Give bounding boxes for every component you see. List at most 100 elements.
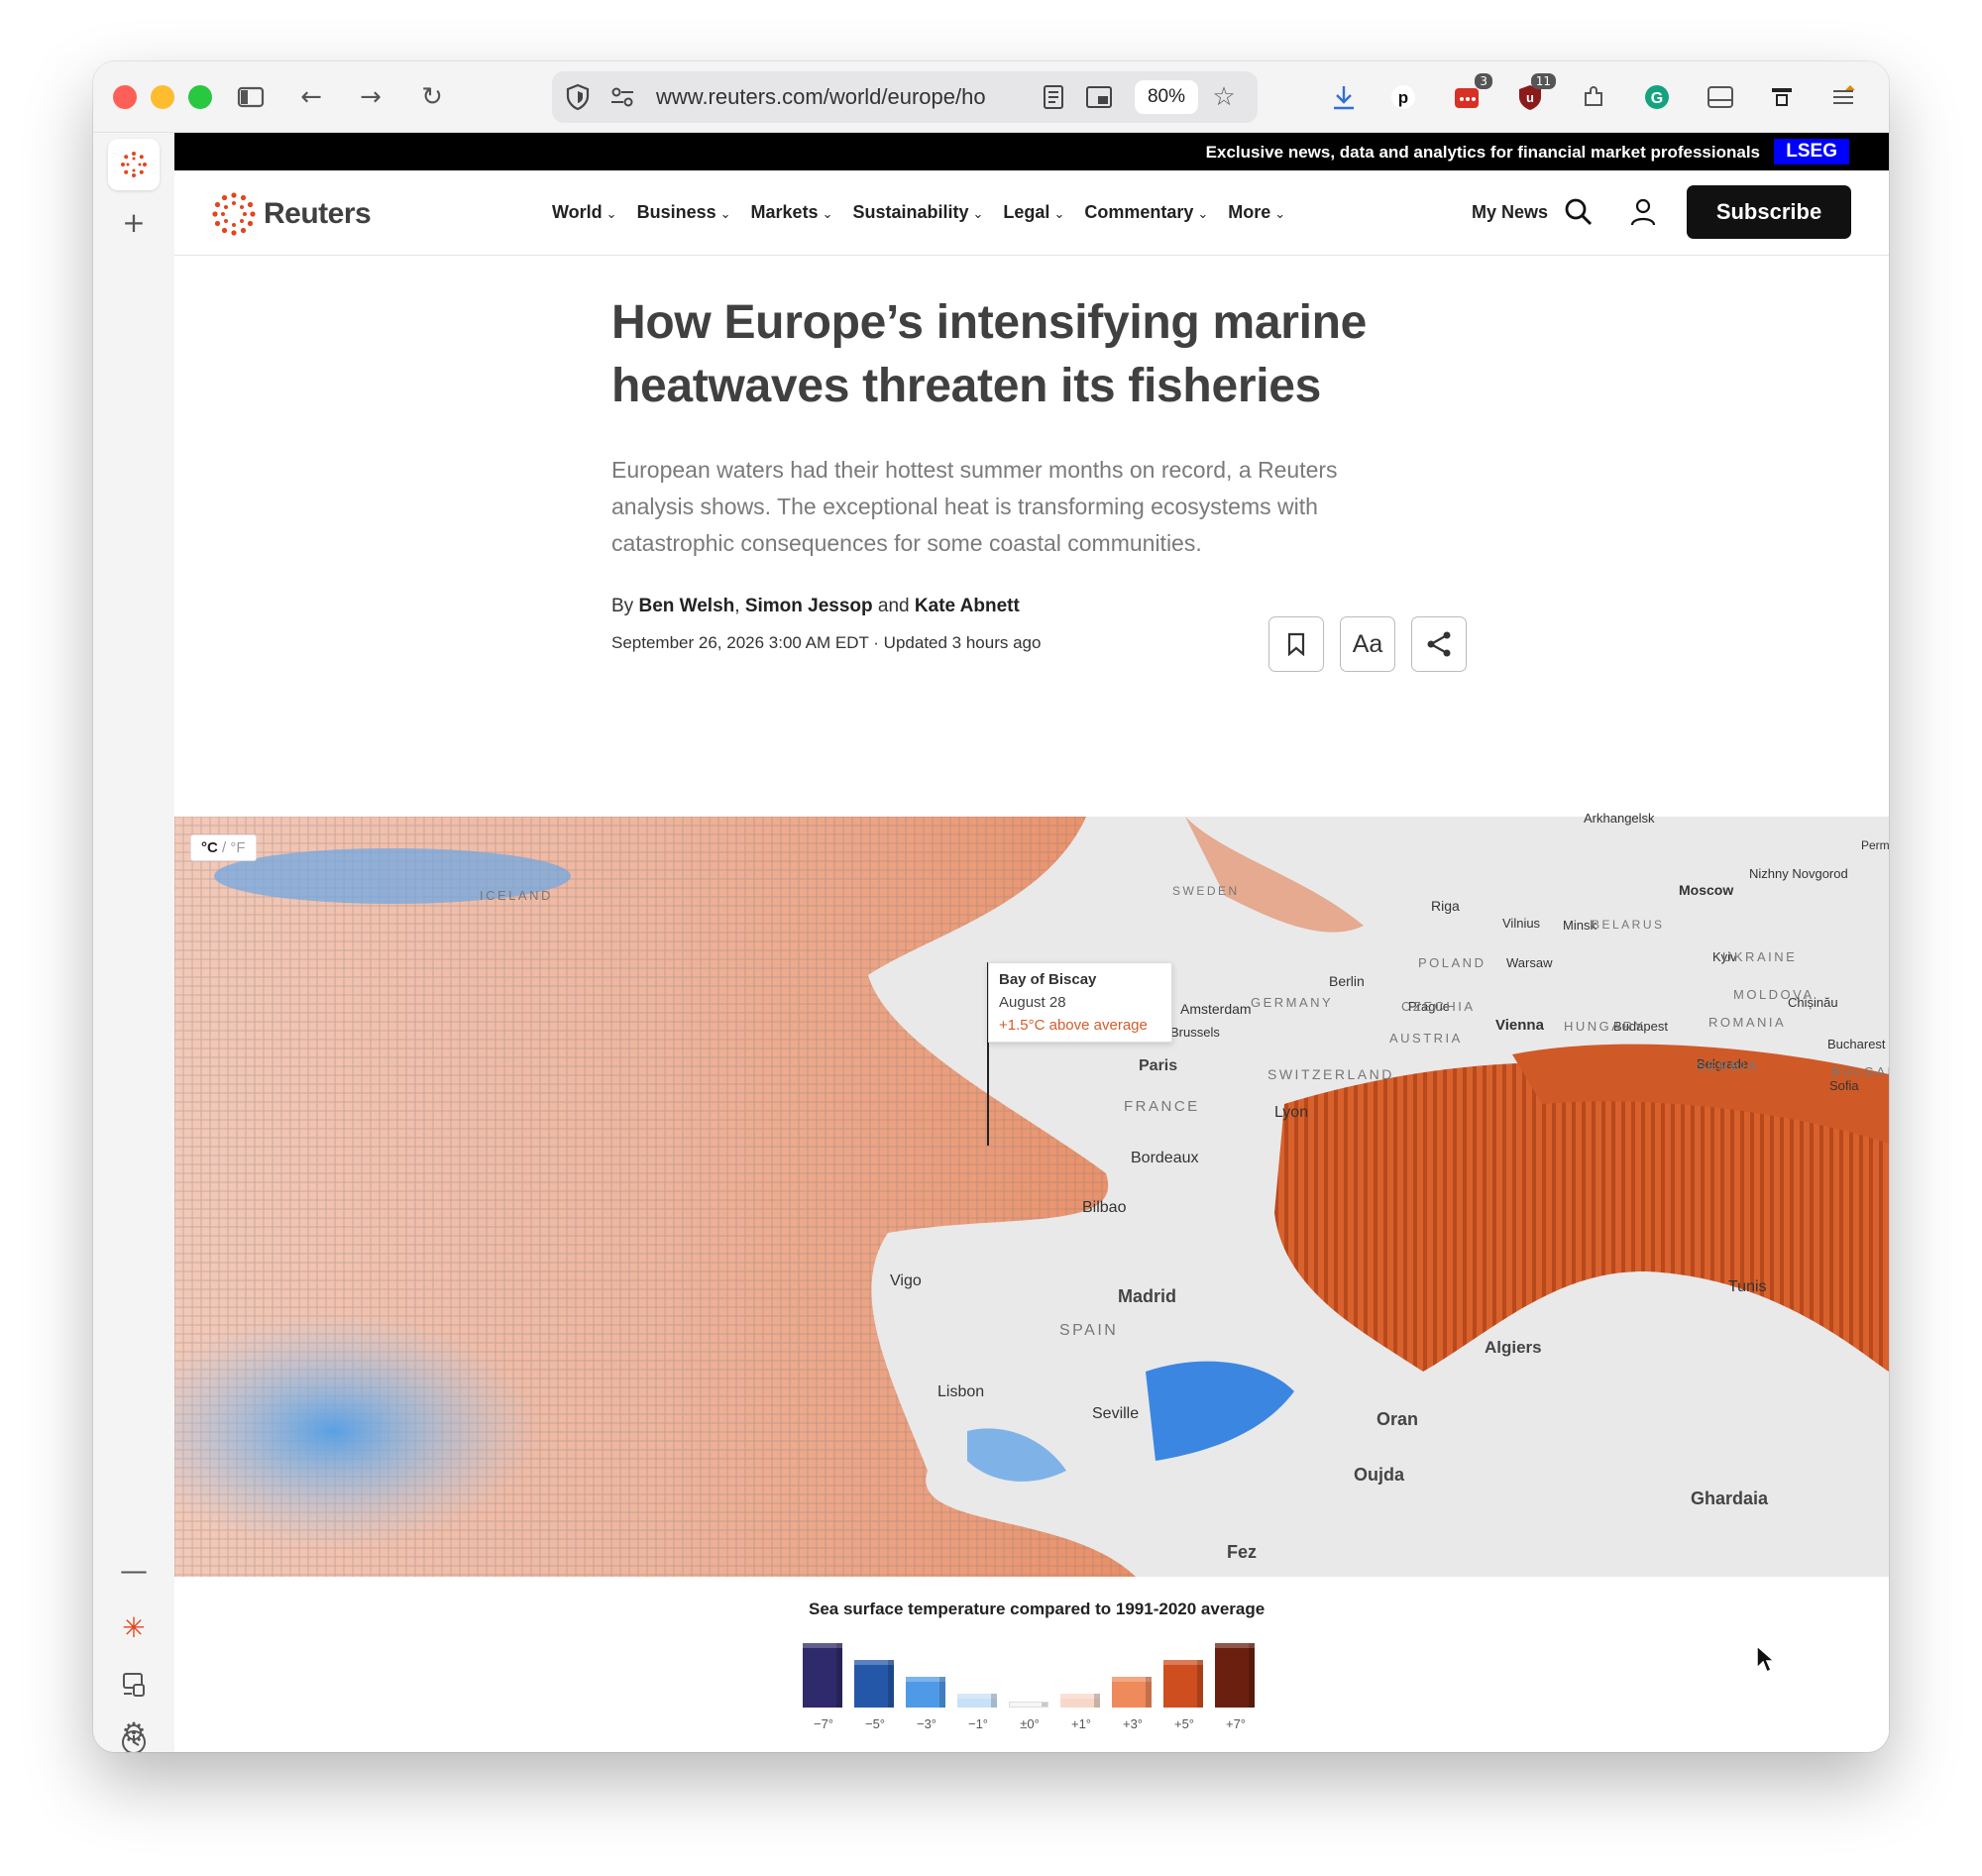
browser-window: ← → ↻ www.reuters.com/world/europe/ho 80… xyxy=(93,61,1889,1752)
synced-devices-icon[interactable] xyxy=(108,1659,160,1710)
nav-legal[interactable]: Legal ⌄ xyxy=(1003,202,1064,223)
chevron-down-icon: ⌄ xyxy=(972,207,984,222)
legend-swatch xyxy=(906,1676,945,1708)
ublock-shield-icon[interactable]: u 11 xyxy=(1514,73,1556,113)
promo-banner[interactable]: Exclusive news, data and analytics for f… xyxy=(174,133,1889,170)
site-settings-icon[interactable] xyxy=(606,81,638,113)
url-text[interactable]: www.reuters.com/world/europe/ho xyxy=(656,84,1021,110)
tooltip-value: +1.5°C above average xyxy=(999,1017,1148,1034)
downloads-icon[interactable] xyxy=(1328,81,1360,113)
legend-label: −5° xyxy=(864,1716,886,1731)
chevron-down-icon: ⌄ xyxy=(719,207,731,222)
app-menu-icon[interactable] xyxy=(1827,81,1859,113)
city-label: Madrid xyxy=(1118,1286,1177,1306)
unit-fahrenheit[interactable]: °F xyxy=(230,839,245,856)
close-window-button[interactable] xyxy=(113,85,137,109)
nav-sustainability[interactable]: Sustainability ⌄ xyxy=(852,202,983,223)
extension-badge-count: 11 xyxy=(1530,73,1556,89)
maximize-window-button[interactable] xyxy=(188,85,212,109)
city-label: Riga xyxy=(1431,898,1460,914)
legend-item: +3° xyxy=(1110,1632,1156,1731)
unit-celsius[interactable]: °C xyxy=(201,839,218,856)
city-label: Vienna xyxy=(1495,1017,1544,1034)
font-size-button[interactable]: Aa xyxy=(1340,616,1395,672)
legend-item: ±0° xyxy=(1007,1632,1052,1731)
reload-icon[interactable]: ↻ xyxy=(416,81,448,113)
grammarly-icon[interactable]: G xyxy=(1641,81,1673,113)
legend-item: +1° xyxy=(1058,1632,1104,1731)
author-link[interactable]: Simon Jessop xyxy=(745,596,873,616)
collapse-dash-icon[interactable]: — xyxy=(108,1544,160,1596)
back-icon[interactable]: ← xyxy=(295,81,327,113)
extension-red-icon[interactable]: 3 xyxy=(1451,73,1492,113)
shield-icon[interactable] xyxy=(562,81,594,113)
reader-view-icon[interactable] xyxy=(1038,81,1069,113)
my-news-link[interactable]: My News xyxy=(1472,202,1548,223)
tooltip-date: August 28 xyxy=(999,994,1066,1011)
forward-icon[interactable]: → xyxy=(355,81,386,113)
reuters-logo-icon xyxy=(212,192,256,236)
reuters-logo[interactable]: Reuters xyxy=(212,192,372,236)
city-label: Seville xyxy=(1092,1405,1140,1422)
sidebar-reuters-tab[interactable] xyxy=(108,139,160,190)
extensions-puzzle-icon[interactable] xyxy=(1578,81,1609,113)
ai-spark-icon[interactable]: ✳ xyxy=(108,1601,160,1653)
country-label: SWITZERLAND xyxy=(1267,1066,1394,1082)
share-button[interactable] xyxy=(1411,616,1467,672)
legend-item: +5° xyxy=(1161,1632,1207,1731)
nav-business[interactable]: Business ⌄ xyxy=(637,202,731,223)
save-bookmark-button[interactable] xyxy=(1268,616,1324,672)
heatwave-map[interactable]: °C / °F Arkhangelsk Perm Nizhny Novgorod… xyxy=(174,811,1889,1577)
bookmark-star-icon[interactable]: ☆ xyxy=(1208,81,1240,113)
address-bar[interactable]: www.reuters.com/world/europe/ho 80% ☆ xyxy=(552,71,1258,123)
author-link[interactable]: Kate Abnett xyxy=(915,596,1020,616)
mouse-cursor-icon xyxy=(1756,1644,1775,1674)
lseg-logo[interactable]: LSEG xyxy=(1774,139,1849,165)
unit-toggle[interactable]: °C / °F xyxy=(190,834,257,861)
country-label: BELARUS xyxy=(1592,918,1665,932)
nav-world[interactable]: World ⌄ xyxy=(552,202,617,223)
article-dek: European waters had their hottest summer… xyxy=(611,457,1338,556)
subscribe-button[interactable]: Subscribe xyxy=(1687,185,1851,239)
legend-item: +7° xyxy=(1213,1632,1259,1731)
dateline: September 26, 2026 3:00 AM EDT · Updated… xyxy=(611,633,1042,652)
account-icon[interactable] xyxy=(1627,196,1659,228)
author-link[interactable]: Ben Welsh xyxy=(638,596,734,616)
sidebar-toggle-icon[interactable] xyxy=(235,81,267,113)
city-label: Perm xyxy=(1861,838,1889,852)
pocket-extension-icon[interactable]: p xyxy=(1387,81,1419,113)
promo-text[interactable]: Exclusive news, data and analytics for f… xyxy=(1206,143,1760,163)
nav-markets[interactable]: Markets ⌄ xyxy=(751,202,833,223)
minimize-window-button[interactable] xyxy=(151,85,174,109)
legend-swatch xyxy=(1163,1660,1203,1708)
settings-gear-icon[interactable]: ⚙ xyxy=(108,1707,160,1752)
country-label: ICELAND xyxy=(480,888,553,903)
share-icon xyxy=(1427,631,1451,657)
country-label: SWEDEN xyxy=(1172,884,1240,898)
city-label: Arkhangelsk xyxy=(1584,811,1655,826)
city-label: Amsterdam xyxy=(1180,1001,1252,1017)
country-label: CZECHIA xyxy=(1401,999,1476,1014)
picture-in-picture-icon[interactable] xyxy=(1083,81,1115,113)
new-tab-plus-icon[interactable]: + xyxy=(108,196,160,248)
legend-title: Sea surface temperature compared to 1991… xyxy=(809,1600,1266,1618)
browser-toolbar: ← → ↻ www.reuters.com/world/europe/ho 80… xyxy=(93,61,1889,133)
search-icon[interactable] xyxy=(1563,196,1595,228)
nav-links: World ⌄ Business ⌄ Markets ⌄ Sustainability… xyxy=(552,202,1285,223)
country-label: POLAND xyxy=(1418,955,1486,970)
unit-separator: / xyxy=(222,839,227,856)
city-label: Oran xyxy=(1376,1409,1419,1429)
nav-more[interactable]: More ⌄ xyxy=(1228,202,1285,223)
city-label: Tunis xyxy=(1728,1278,1767,1295)
extension-square-icon[interactable] xyxy=(1766,81,1798,113)
legend-swatch xyxy=(1009,1702,1048,1708)
zoom-level[interactable]: 80% xyxy=(1135,80,1198,114)
svg-text:p: p xyxy=(1398,88,1408,107)
tab-overview-icon[interactable] xyxy=(1705,81,1736,113)
nav-commentary[interactable]: Commentary ⌄ xyxy=(1084,202,1208,223)
reuters-wordmark: Reuters xyxy=(264,197,372,230)
city-label: Bordeaux xyxy=(1131,1150,1199,1166)
reuters-favicon-icon xyxy=(121,152,147,177)
chevron-down-icon: ⌄ xyxy=(606,207,617,222)
tooltip-title: Bay of Biscay xyxy=(999,971,1097,988)
